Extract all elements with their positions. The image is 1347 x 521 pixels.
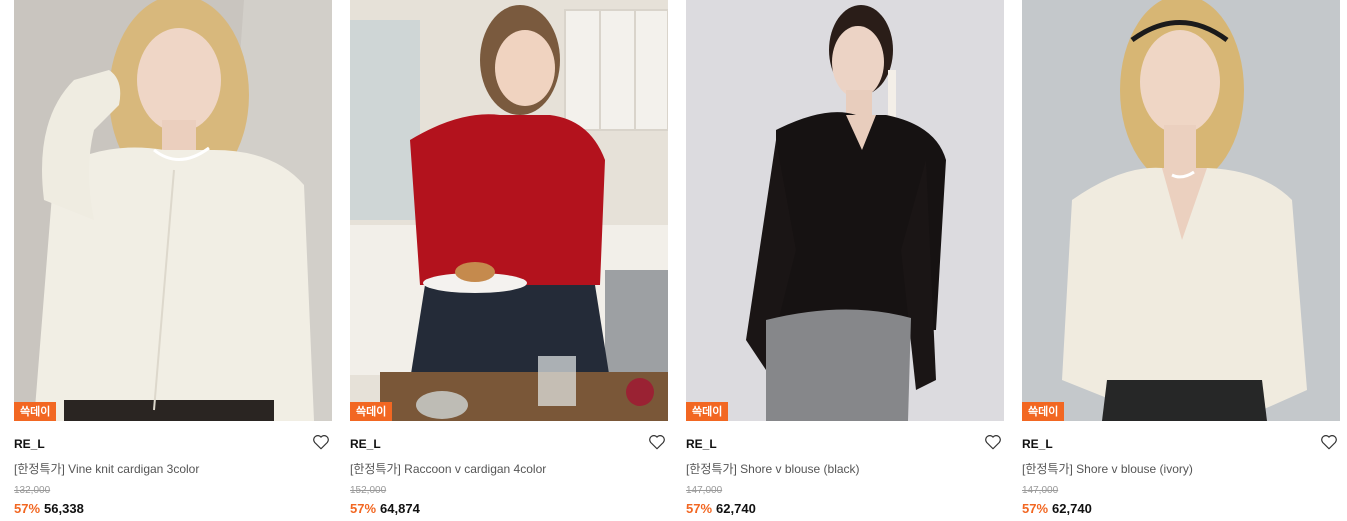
- product-photo: [14, 0, 332, 421]
- original-price: 152,000: [350, 485, 387, 496]
- brand-name[interactable]: RE_L: [14, 437, 45, 451]
- promo-badge: 쓱데이: [350, 402, 393, 421]
- brand-name[interactable]: RE_L: [350, 437, 381, 451]
- product-photo: [1022, 0, 1340, 421]
- sale-price: 62,740: [1052, 501, 1092, 516]
- product-name[interactable]: [한정특가] Raccoon v cardigan 4color: [350, 460, 546, 477]
- wishlist-heart-icon[interactable]: [1320, 433, 1338, 451]
- price-line: 57% 62,740: [686, 501, 756, 516]
- discount-rate: 57%: [350, 501, 377, 516]
- discount-rate: 57%: [686, 501, 713, 516]
- original-price: 147,000: [686, 485, 723, 496]
- original-price: 132,000: [14, 485, 51, 496]
- price-line: 57% 64,874: [350, 501, 420, 516]
- price-line: 57% 56,338: [14, 501, 84, 516]
- brand-name[interactable]: RE_L: [1022, 437, 1053, 451]
- product-meta: RE_L [한정특가] Vine knit cardigan 3color 13…: [14, 421, 332, 521]
- product-meta: RE_L [한정특가] Raccoon v cardigan 4color 15…: [350, 421, 668, 521]
- product-name[interactable]: [한정특가] Vine knit cardigan 3color: [14, 460, 199, 477]
- product-image[interactable]: 쓱데이: [14, 0, 332, 421]
- promo-badge: 쓱데이: [1022, 402, 1065, 421]
- discount-rate: 57%: [14, 501, 41, 516]
- sale-price: 64,874: [380, 501, 420, 516]
- product-image[interactable]: 쓱데이: [686, 0, 1004, 421]
- product-card[interactable]: 쓱데이 RE_L [한정특가] Vine knit cardigan 3colo…: [14, 0, 332, 521]
- wishlist-heart-icon[interactable]: [312, 433, 330, 451]
- product-name[interactable]: [한정특가] Shore v blouse (ivory): [1022, 460, 1193, 477]
- product-name[interactable]: [한정특가] Shore v blouse (black): [686, 460, 860, 477]
- wishlist-heart-icon[interactable]: [984, 433, 1002, 451]
- product-photo: [686, 0, 1004, 421]
- product-card[interactable]: 쓱데이 RE_L [한정특가] Shore v blouse (ivory) 1…: [1022, 0, 1340, 521]
- sale-price: 62,740: [716, 501, 756, 516]
- product-meta: RE_L [한정특가] Shore v blouse (ivory) 147,0…: [1022, 421, 1340, 521]
- brand-name[interactable]: RE_L: [686, 437, 717, 451]
- price-line: 57% 62,740: [1022, 501, 1092, 516]
- product-meta: RE_L [한정특가] Shore v blouse (black) 147,0…: [686, 421, 1004, 521]
- product-card[interactable]: 쓱데이 RE_L [한정특가] Raccoon v cardigan 4colo…: [350, 0, 668, 521]
- promo-badge: 쓱데이: [686, 402, 729, 421]
- product-image[interactable]: 쓱데이: [1022, 0, 1340, 421]
- product-photo: [350, 0, 668, 421]
- sale-price: 56,338: [44, 501, 84, 516]
- product-image[interactable]: 쓱데이: [350, 0, 668, 421]
- promo-badge: 쓱데이: [14, 402, 57, 421]
- product-grid: 쓱데이 RE_L [한정특가] Vine knit cardigan 3colo…: [14, 0, 1340, 521]
- discount-rate: 57%: [1022, 501, 1049, 516]
- original-price: 147,000: [1022, 485, 1059, 496]
- product-card[interactable]: 쓱데이 RE_L [한정특가] Shore v blouse (black) 1…: [686, 0, 1004, 521]
- wishlist-heart-icon[interactable]: [648, 433, 666, 451]
